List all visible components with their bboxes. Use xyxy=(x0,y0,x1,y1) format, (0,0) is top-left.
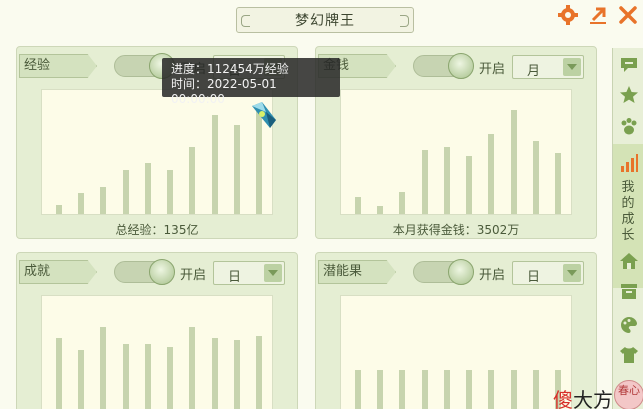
tab-my-growth-label: 我的成长 xyxy=(621,180,635,243)
chart-bar[interactable] xyxy=(532,141,539,214)
chart-bar[interactable] xyxy=(100,187,107,214)
toggle-knob xyxy=(448,53,474,79)
chart-bar[interactable] xyxy=(443,370,450,409)
potential-fruit-toggle[interactable] xyxy=(413,259,474,285)
chart-bar[interactable] xyxy=(233,340,240,409)
chart-bar[interactable] xyxy=(488,370,495,409)
panel-label: 潜能果 xyxy=(318,260,396,284)
chart-bar[interactable] xyxy=(488,134,495,214)
chart-bar[interactable] xyxy=(466,370,473,409)
chart-bar[interactable] xyxy=(421,150,428,214)
money-chart xyxy=(340,89,572,215)
palette-icon[interactable] xyxy=(613,310,643,340)
chart-bar[interactable] xyxy=(189,327,196,409)
chart-bar[interactable] xyxy=(399,192,406,214)
growth-window: 梦幻牌王 经验 开启 xyxy=(0,0,643,409)
chat-icon[interactable] xyxy=(613,50,643,80)
chart-bar[interactable] xyxy=(78,193,85,214)
experience-chart xyxy=(41,89,273,215)
paw-icon[interactable] xyxy=(613,112,643,142)
side-tab-bar: 我的成长 xyxy=(612,48,643,409)
cursor-gem-icon xyxy=(248,100,280,134)
chart-bar[interactable] xyxy=(355,197,361,214)
chart-bar[interactable] xyxy=(144,344,151,409)
money-toggle[interactable] xyxy=(413,53,474,79)
experience-total-caption: 总经验：135亿 xyxy=(115,223,199,237)
chart-bar[interactable] xyxy=(56,205,62,214)
chart-bar[interactable] xyxy=(144,163,151,214)
box-icon[interactable] xyxy=(613,276,643,306)
chart-bar[interactable] xyxy=(56,338,62,409)
potential-fruit-chart xyxy=(340,295,572,409)
dropdown-arrow-icon[interactable] xyxy=(264,264,282,282)
period-select[interactable]: 月 xyxy=(512,55,584,79)
window-title: 梦幻牌王 xyxy=(295,13,355,29)
money-total-caption: 本月获得金钱：3502万 xyxy=(392,223,520,237)
money-panel: 金钱 开启 月 本月获得金钱：3502万 xyxy=(315,46,597,239)
dropdown-arrow-icon[interactable] xyxy=(563,58,581,76)
chart-bar[interactable] xyxy=(377,206,384,214)
chart-bar[interactable] xyxy=(421,370,428,409)
tooltip-progress: 进度：112454万经验 xyxy=(171,62,289,76)
star-icon[interactable] xyxy=(613,80,643,110)
home-icon[interactable] xyxy=(613,246,643,276)
achievement-toggle[interactable] xyxy=(114,259,175,285)
chart-bar[interactable] xyxy=(189,147,196,214)
share-arrow-icon[interactable] xyxy=(587,4,609,26)
period-select[interactable]: 日 xyxy=(512,261,584,285)
chart-bar[interactable] xyxy=(399,370,406,409)
watermark-accent: 傻 xyxy=(553,388,573,409)
chart-bar[interactable] xyxy=(233,125,240,214)
panel-label: 成就 xyxy=(19,260,97,284)
watermark: 傻大方 xyxy=(553,384,613,409)
chart-bar[interactable] xyxy=(377,370,384,409)
dropdown-arrow-icon[interactable] xyxy=(563,264,581,282)
select-value: 日 xyxy=(228,270,242,285)
toggle-label: 开启 xyxy=(479,62,506,77)
chart-bar[interactable] xyxy=(122,170,129,214)
chart-bar[interactable] xyxy=(443,147,450,214)
achievement-panel: 成就 开启 日 xyxy=(16,252,298,409)
chart-bar[interactable] xyxy=(167,347,174,409)
chart-bar[interactable] xyxy=(100,327,107,409)
toggle-knob xyxy=(149,259,175,285)
chart-tooltip: 进度：112454万经验 时间：2022-05-01 00:00:00 xyxy=(162,58,340,106)
chart-bar[interactable] xyxy=(510,110,517,214)
chart-bar[interactable] xyxy=(466,156,473,214)
watermark-rest: 大方 xyxy=(573,388,613,409)
panel-label: 经验 xyxy=(19,54,97,78)
chart-bar[interactable] xyxy=(167,170,174,214)
toggle-label: 开启 xyxy=(180,268,207,283)
shirt-icon[interactable] xyxy=(613,340,643,370)
window-title-tab: 梦幻牌王 xyxy=(236,7,414,33)
chart-bar[interactable] xyxy=(78,350,85,409)
select-value: 月 xyxy=(527,64,541,79)
chart-bar[interactable] xyxy=(355,370,361,409)
chart-bar[interactable] xyxy=(256,336,262,409)
seal-badge: 春心 xyxy=(614,380,643,409)
achievement-chart xyxy=(41,295,273,409)
period-select[interactable]: 日 xyxy=(213,261,285,285)
toggle-label: 开启 xyxy=(479,268,506,283)
close-icon[interactable] xyxy=(617,4,639,26)
chart-bar[interactable] xyxy=(555,153,561,214)
select-value: 日 xyxy=(527,270,541,285)
chart-bar[interactable] xyxy=(532,370,539,409)
chart-bar[interactable] xyxy=(510,370,517,409)
chart-bar[interactable] xyxy=(211,115,218,214)
toggle-knob xyxy=(448,259,474,285)
chart-bar[interactable] xyxy=(122,344,129,409)
window-controls xyxy=(557,4,639,26)
chart-bar[interactable] xyxy=(211,338,218,409)
settings-gear-icon[interactable] xyxy=(557,4,579,26)
growth-bars-icon xyxy=(613,148,643,178)
